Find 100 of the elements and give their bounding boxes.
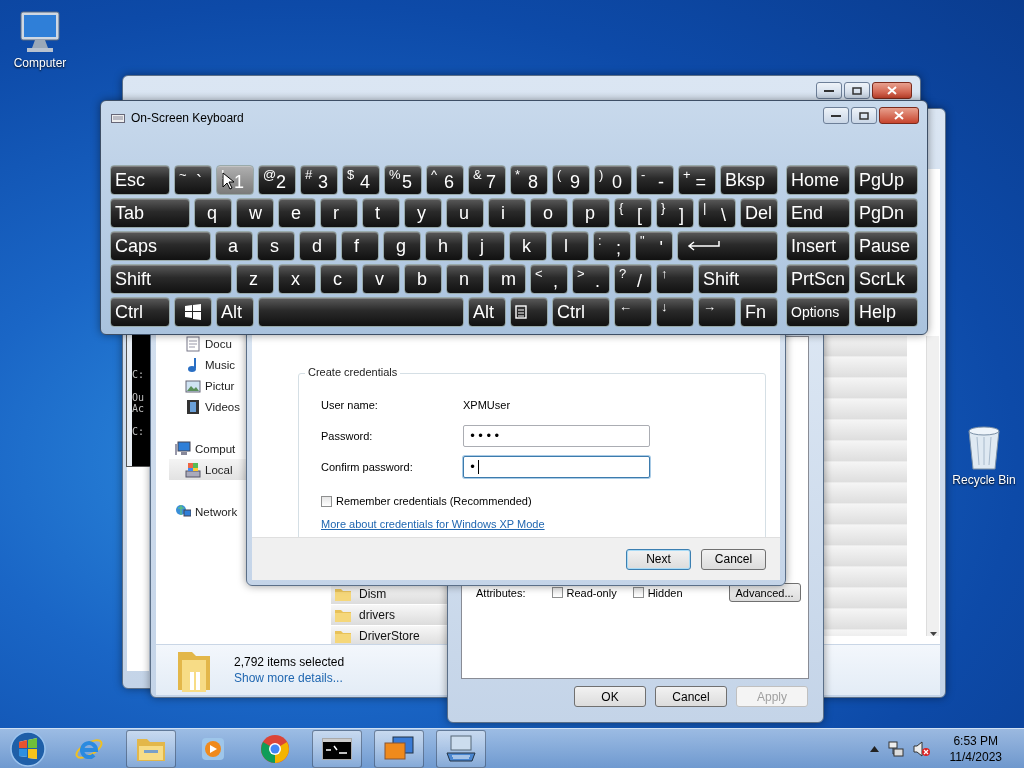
keyboard-key[interactable]: c xyxy=(320,264,358,294)
keyboard-key[interactable]: # 3 xyxy=(300,165,338,195)
scrollbar[interactable] xyxy=(926,336,939,636)
keyboard-key[interactable]: Tab xyxy=(110,198,190,228)
minimize-button[interactable] xyxy=(816,82,842,99)
keyboard-key[interactable]: Shift xyxy=(698,264,778,294)
dialog-button[interactable]: Cancel xyxy=(655,686,727,707)
keyboard-key[interactable]: Shift xyxy=(110,264,232,294)
keyboard-key[interactable]: m xyxy=(488,264,526,294)
keyboard-key[interactable]: u xyxy=(446,198,484,228)
keyboard-key[interactable]: g xyxy=(383,231,421,261)
keyboard-key[interactable]: ScrLk xyxy=(854,264,918,294)
keyboard-key[interactable]: PgUp xyxy=(854,165,918,195)
close-button[interactable] xyxy=(872,82,912,99)
close-button[interactable] xyxy=(879,107,919,124)
minimize-button[interactable] xyxy=(823,107,849,124)
keyboard-key[interactable]: ) 0 xyxy=(594,165,632,195)
keyboard-key[interactable]: - - xyxy=(636,165,674,195)
keyboard-key[interactable]: ↑ xyxy=(656,264,694,294)
keyboard-key[interactable]: %5 xyxy=(384,165,422,195)
show-details-link[interactable]: Show more details... xyxy=(234,671,345,685)
volume-muted-icon[interactable] xyxy=(912,741,931,757)
keyboard-key[interactable]: a xyxy=(215,231,253,261)
keyboard-key[interactable]: | \ xyxy=(698,198,736,228)
keyboard-key[interactable] xyxy=(174,297,212,327)
keyboard-key[interactable]: j xyxy=(467,231,505,261)
desktop-icon-label[interactable]: Computer xyxy=(13,56,67,70)
keyboard-key[interactable]: End xyxy=(786,198,850,228)
keyboard-key[interactable]: > . xyxy=(572,264,610,294)
attribute-checkbox[interactable]: Hidden xyxy=(632,586,683,599)
password-field[interactable]: •••• xyxy=(463,425,650,447)
keyboard-key[interactable]: p xyxy=(572,198,610,228)
clock[interactable]: 6:53 PM 11/4/2023 xyxy=(949,733,1002,765)
keyboard-key[interactable]: h xyxy=(425,231,463,261)
keyboard-key[interactable]: f xyxy=(341,231,379,261)
keyboard-key[interactable]: Fn xyxy=(740,297,778,327)
maximize-button[interactable] xyxy=(844,82,870,99)
keyboard-key[interactable]: Home xyxy=(786,165,850,195)
attribute-checkbox[interactable]: Read-only xyxy=(551,586,617,599)
keyboard-key[interactable]: Pause xyxy=(854,231,918,261)
file-row[interactable]: Dism xyxy=(331,584,447,604)
keyboard-key[interactable]: Insert xyxy=(786,231,850,261)
keyboard-key[interactable]: } ] xyxy=(656,198,694,228)
keyboard-key[interactable]: w xyxy=(236,198,274,228)
keyboard-key[interactable]: @2 xyxy=(258,165,296,195)
keyboard-key[interactable]: < , xyxy=(530,264,568,294)
keyboard-key[interactable] xyxy=(677,231,778,261)
keyboard-key[interactable]: → xyxy=(698,297,736,327)
file-row[interactable]: drivers xyxy=(331,605,447,625)
keyboard-key[interactable]: r xyxy=(320,198,358,228)
keyboard-key[interactable]: Caps xyxy=(110,231,211,261)
keyboard-key[interactable]: Bksp xyxy=(720,165,778,195)
keyboard-key[interactable]: ↓ xyxy=(656,297,694,327)
keyboard-key[interactable]: + = xyxy=(678,165,716,195)
keyboard-key[interactable]: PrtScn xyxy=(786,264,850,294)
keyboard-key[interactable]: PgDn xyxy=(854,198,918,228)
taskbar-button[interactable] xyxy=(312,730,362,768)
dialog-button[interactable]: OK xyxy=(574,686,646,707)
keyboard-key[interactable]: k xyxy=(509,231,547,261)
keyboard-key[interactable]: t xyxy=(362,198,400,228)
keyboard-key[interactable]: { [ xyxy=(614,198,652,228)
keyboard-key[interactable] xyxy=(258,297,464,327)
keyboard-key[interactable]: ? / xyxy=(614,264,652,294)
keyboard-key[interactable]: d xyxy=(299,231,337,261)
keyboard-key[interactable]: Options xyxy=(786,297,850,327)
keyboard-key[interactable]: ^ 6 xyxy=(426,165,464,195)
keyboard-key[interactable]: v xyxy=(362,264,400,294)
keyboard-key[interactable]: l xyxy=(551,231,589,261)
keyboard-key[interactable]: Alt xyxy=(468,297,506,327)
keyboard-key[interactable]: Ctrl xyxy=(552,297,610,327)
keyboard-key[interactable]: & 7 xyxy=(468,165,506,195)
keyboard-key[interactable]: Del xyxy=(740,198,778,228)
credentials-help-link[interactable]: More about credentials for Windows XP Mode xyxy=(321,518,650,530)
keyboard-key[interactable]: b xyxy=(404,264,442,294)
keyboard-key[interactable]: o xyxy=(530,198,568,228)
dialog-button[interactable]: Next xyxy=(626,548,691,570)
maximize-button[interactable] xyxy=(851,107,877,124)
keyboard-key[interactable]: ~ ` xyxy=(174,165,212,195)
keyboard-key[interactable] xyxy=(510,297,548,327)
network-icon[interactable] xyxy=(887,741,904,757)
keyboard-key[interactable]: ( 9 xyxy=(552,165,590,195)
keyboard-key[interactable]: Alt xyxy=(216,297,254,327)
keyboard-key[interactable]: i xyxy=(488,198,526,228)
password-field[interactable]: • xyxy=(463,456,650,478)
keyboard-key[interactable]: Esc xyxy=(110,165,170,195)
keyboard-key[interactable]: $ 4 xyxy=(342,165,380,195)
keyboard-key[interactable]: s xyxy=(257,231,295,261)
keyboard-key[interactable]: e xyxy=(278,198,316,228)
keyboard-key[interactable]: : ; xyxy=(593,231,631,261)
show-hidden-icons-icon[interactable] xyxy=(869,746,879,752)
keyboard-key[interactable]: q xyxy=(194,198,232,228)
file-row[interactable]: DriverStore xyxy=(331,626,447,646)
keyboard-key[interactable]: z xyxy=(236,264,274,294)
keyboard-key[interactable]: x xyxy=(278,264,316,294)
keyboard-key[interactable]: Help xyxy=(854,297,918,327)
remember-checkbox[interactable]: Remember credentials (Recommended) xyxy=(321,495,650,507)
keyboard-key[interactable]: " ' xyxy=(635,231,673,261)
keyboard-key[interactable]: Ctrl xyxy=(110,297,170,327)
desktop-icon-label[interactable]: Recycle Bin xyxy=(952,473,1016,487)
keyboard-key[interactable]: y xyxy=(404,198,442,228)
